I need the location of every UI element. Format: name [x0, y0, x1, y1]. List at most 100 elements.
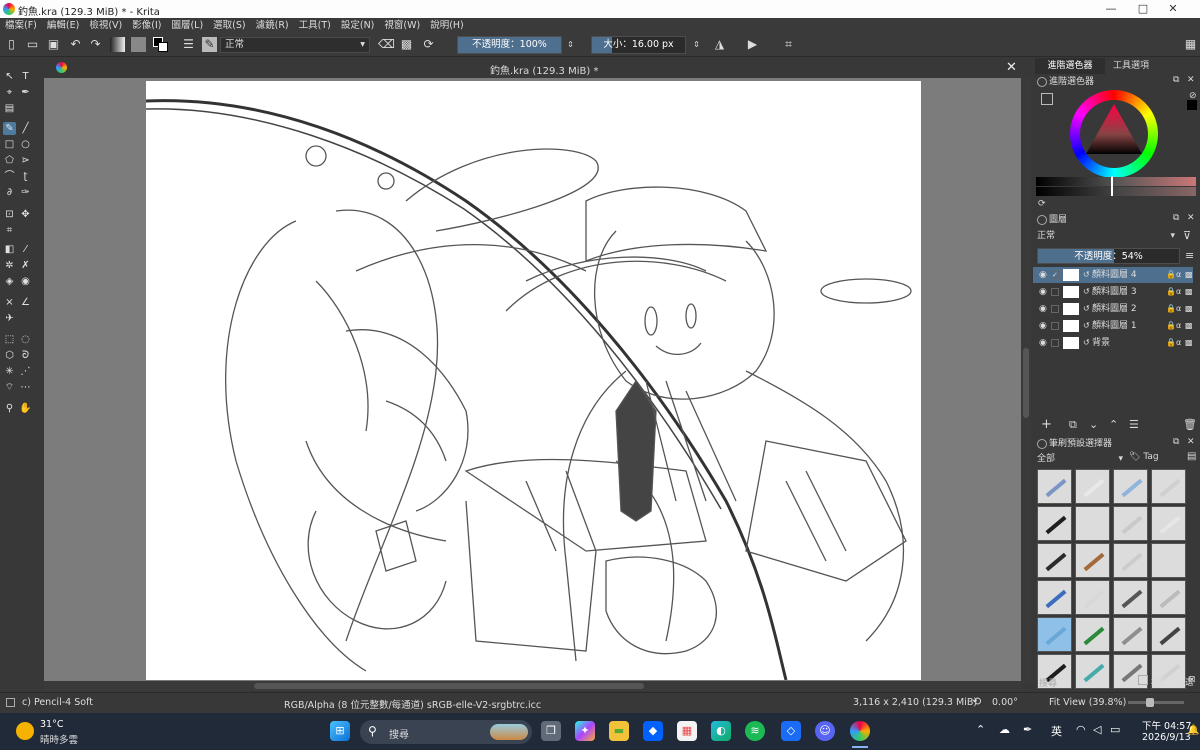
brush-float-icon[interactable]: ⧉	[1173, 437, 1179, 447]
color-picker-tool-icon[interactable]: ⁄	[19, 243, 32, 256]
save-icon[interactable]: ▣	[46, 37, 61, 52]
edge-icon[interactable]: ◐	[711, 721, 731, 741]
visibility-eye-icon[interactable]: ◉	[1039, 267, 1047, 283]
alpha-icon[interactable]: α	[1176, 267, 1181, 283]
layer-row[interactable]: ◉ ↺ 顏料圖層 2 🔒 α ▩	[1033, 301, 1193, 317]
brush-preset-tile[interactable]	[1075, 580, 1110, 615]
layer-lock-icon[interactable]: 🔒	[1166, 301, 1176, 317]
copilot-icon[interactable]: ✦	[575, 721, 595, 741]
color-history-bar[interactable]	[1036, 177, 1196, 186]
brush-lock-icon[interactable]	[1037, 439, 1047, 449]
brush-preset-tile[interactable]	[1037, 580, 1072, 615]
brush-preset-icon[interactable]: ✎	[202, 37, 217, 52]
delete-layer-icon[interactable]: 🗑	[1183, 418, 1197, 431]
alpha-icon[interactable]: α	[1176, 318, 1181, 334]
brush-preset-tile[interactable]	[1151, 506, 1186, 541]
rotation-value[interactable]: 0.00°	[992, 697, 1018, 708]
eraser-icon[interactable]: ⌫	[378, 37, 395, 52]
brush-search-clear-icon[interactable]: ⊠	[1188, 675, 1196, 685]
similar-select-tool-icon[interactable]: ⋰	[19, 365, 32, 378]
roblox-icon[interactable]: ◇	[781, 721, 801, 741]
alpha-lock-icon[interactable]: ▩	[399, 37, 414, 52]
layer-lock-icon[interactable]: 🔒	[1166, 335, 1176, 351]
duplicate-layer-icon[interactable]: ⧉	[1069, 418, 1077, 432]
add-layer-icon[interactable]: +	[1041, 417, 1052, 432]
layer-lock-icon[interactable]: 🔒	[1166, 318, 1176, 334]
size-stepper[interactable]: ⇕	[689, 37, 704, 52]
tab-advanced-color-selector[interactable]: 進階選色器	[1035, 58, 1105, 74]
layer-select-checkbox[interactable]	[1051, 288, 1059, 296]
zoom-tool-icon[interactable]: ⚲	[3, 402, 16, 415]
clock-date[interactable]: 2026/9/13	[1142, 732, 1191, 743]
new-document-icon[interactable]: ▯	[4, 37, 19, 52]
close-window-button[interactable]: ✕	[1166, 2, 1180, 16]
brush-preset-tile[interactable]	[1037, 506, 1072, 541]
menu-help[interactable]: 說明(H)	[425, 18, 469, 33]
redo-icon[interactable]: ↷	[88, 37, 103, 52]
layers-lock-icon[interactable]	[1037, 215, 1047, 225]
layer-lock-icon[interactable]: 🔒	[1166, 284, 1176, 300]
current-color-swatch[interactable]	[1187, 100, 1197, 110]
zoom-slider-handle[interactable]	[1146, 698, 1154, 707]
menu-edit[interactable]: 編輯(E)	[42, 18, 84, 33]
menu-select[interactable]: 選取(S)	[208, 18, 250, 33]
brush-preset-tile[interactable]	[1113, 543, 1148, 578]
taskbar-search[interactable]: ⚲ 搜尋	[360, 720, 532, 744]
maximize-button[interactable]: □	[1136, 2, 1150, 16]
brush-preset-tile[interactable]	[1075, 617, 1110, 652]
refresh-icon[interactable]: ⟳	[1038, 199, 1046, 209]
move-layer-down-icon[interactable]: ⌄	[1089, 418, 1098, 431]
polygon-tool-icon[interactable]: ⬠	[3, 154, 16, 167]
visibility-eye-icon[interactable]: ◉	[1039, 318, 1047, 334]
brush-preset-tile[interactable]	[1113, 506, 1148, 541]
menu-tools[interactable]: 工具(T)	[294, 18, 336, 33]
brush-preset-tile[interactable]	[1151, 580, 1186, 615]
layer-options-icon[interactable]: ▩	[1185, 284, 1193, 300]
colorize-mask-tool-icon[interactable]: ✲	[3, 259, 16, 272]
brush-preset-tile[interactable]	[1075, 506, 1110, 541]
gradient-tool-icon[interactable]: ◧	[3, 243, 16, 256]
tab-tool-options[interactable]: 工具選項	[1107, 58, 1155, 74]
menu-window[interactable]: 視窗(W)	[379, 18, 425, 33]
alpha-icon[interactable]: α	[1176, 335, 1181, 351]
reload-icon[interactable]: ⟳	[421, 37, 436, 52]
blend-mode-select[interactable]: 正常 ▾	[220, 37, 370, 53]
layer-row[interactable]: ◉ ↺ 顏料圖層 1 🔒 α ▩	[1033, 318, 1193, 334]
mirror-horizontal-icon[interactable]: ◮	[712, 37, 727, 52]
select-shapes-tool-icon[interactable]: ↖	[3, 70, 16, 83]
drawing-canvas[interactable]	[145, 81, 921, 681]
fill-tool-icon[interactable]: ◈	[3, 275, 16, 288]
color-shade-bar[interactable]	[1036, 187, 1196, 196]
layer-options-icon[interactable]: ▩	[1185, 335, 1193, 351]
layer-name[interactable]: 顏料圖層 1	[1092, 318, 1137, 334]
edit-shapes-tool-icon[interactable]: ⌖	[3, 86, 16, 99]
brush-preset-tile[interactable]	[1075, 469, 1110, 504]
rotation-icon[interactable]: ⟲	[972, 695, 981, 708]
assistant-tool-icon[interactable]: ▤	[3, 102, 16, 115]
brush-settings-icon[interactable]: ☰	[181, 37, 196, 52]
dropbox-icon[interactable]: ◆	[643, 721, 663, 741]
ime-indicator[interactable]: 英	[1051, 723, 1062, 739]
clock-time[interactable]: 下午 04:57	[1142, 718, 1191, 732]
line-tool-icon[interactable]: ╱	[19, 122, 32, 135]
document-tab-title[interactable]: 釣魚.kra (129.3 MiB) *	[490, 62, 598, 77]
layer-name[interactable]: 背景	[1092, 335, 1110, 351]
float-panel-icon[interactable]: ⧉	[1173, 75, 1179, 85]
move-layer-up-icon[interactable]: ⌃	[1109, 418, 1118, 431]
layer-name[interactable]: 顏料圖層 3	[1092, 284, 1137, 300]
brush-preset-tile[interactable]	[1151, 617, 1186, 652]
layers-float-icon[interactable]: ⧉	[1173, 213, 1179, 223]
brush-preset-tile[interactable]	[1075, 543, 1110, 578]
layer-properties-icon[interactable]: ☰	[1129, 418, 1139, 431]
brush-preset-tile[interactable]	[1113, 469, 1148, 504]
ellipse-select-tool-icon[interactable]: ◌	[19, 333, 32, 346]
size-slider[interactable]: 大小：16.00 px	[591, 36, 686, 54]
layer-blend-select[interactable]: 正常 ▾	[1037, 229, 1177, 243]
layer-row[interactable]: ◉ ↺ 背景 🔒 α ▩	[1033, 335, 1193, 351]
wrap-around-icon[interactable]: ▶	[745, 37, 760, 52]
alpha-icon[interactable]: α	[1176, 301, 1181, 317]
onedrive-icon[interactable]: ☁	[999, 723, 1010, 736]
filter-icon[interactable]: ⊽	[1183, 229, 1191, 242]
horizontal-scrollbar[interactable]	[44, 681, 1021, 691]
vertical-scroll-thumb[interactable]	[1023, 348, 1029, 418]
